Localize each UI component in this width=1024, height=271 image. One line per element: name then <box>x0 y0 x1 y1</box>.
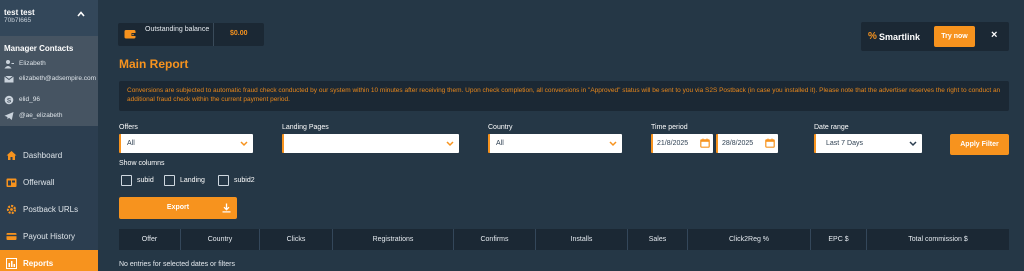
subid2-checkbox-label: subid2 <box>234 177 255 184</box>
sidebar-item-offerwall[interactable]: Offerwall <box>0 169 98 196</box>
smartlink-banner: % Smartlink Try now × <box>861 22 1009 51</box>
try-now-button[interactable]: Try now <box>934 26 975 47</box>
card-icon <box>6 233 17 240</box>
manager-contacts-title: Manager Contacts <box>4 44 74 53</box>
column-country[interactable]: Country <box>181 229 260 250</box>
column-installs[interactable]: Installs <box>536 229 628 250</box>
sidebar-item-postback-urls[interactable]: Postback URLs <box>0 196 98 223</box>
column-total-commission[interactable]: Total commission $ <box>867 229 1009 250</box>
date-range-label: Date range <box>814 124 849 131</box>
home-icon <box>6 151 17 160</box>
gear-icon <box>6 204 17 215</box>
report-table-header: Offer Country Clicks Registrations Confi… <box>119 229 1009 250</box>
wallet-icon <box>124 30 136 39</box>
offers-select[interactable]: All <box>119 134 253 153</box>
sidebar-item-payout-history[interactable]: Payout History <box>0 223 98 250</box>
time-period-label: Time period <box>651 124 688 131</box>
chevron-up-icon[interactable] <box>76 9 86 19</box>
landing-pages-select[interactable] <box>282 134 459 153</box>
telegram-icon <box>4 112 14 120</box>
user-name: test test <box>4 8 35 17</box>
balance-divider <box>213 23 214 46</box>
sidebar: test test 70b7I665 Manager Contacts Eliz… <box>0 0 98 271</box>
chevron-down-icon <box>446 141 454 147</box>
chevron-down-icon <box>609 141 617 147</box>
date-from-input[interactable]: 21/8/2025 <box>651 134 713 153</box>
outstanding-balance: Outstanding balance $0.00 <box>118 23 264 46</box>
calendar-icon[interactable] <box>700 138 710 148</box>
contact-email[interactable]: elizabeth@adsempire.com <box>4 73 98 85</box>
export-button[interactable]: Export <box>119 197 237 219</box>
skype-icon: S <box>4 95 14 105</box>
calendar-icon[interactable] <box>765 138 775 148</box>
manager-contacts: Manager Contacts Elizabeth elizabeth@ads… <box>0 36 98 126</box>
sidebar-item-dashboard[interactable]: Dashboard <box>0 142 98 169</box>
show-columns-label: Show columns <box>119 160 165 167</box>
contact-name: Elizabeth <box>4 58 98 70</box>
date-range-select[interactable]: Last 7 Days <box>814 134 922 153</box>
column-registrations[interactable]: Registrations <box>333 229 454 250</box>
envelope-icon <box>4 75 14 83</box>
user-id: 70b7I665 <box>4 17 32 24</box>
column-click2reg[interactable]: Click2Reg % <box>688 229 811 250</box>
chart-icon <box>6 258 17 269</box>
subid2-checkbox[interactable] <box>218 175 229 186</box>
close-icon[interactable]: × <box>991 29 997 41</box>
offerwall-icon <box>6 178 17 187</box>
person-icon <box>4 60 14 69</box>
svg-text:S: S <box>7 98 12 105</box>
balance-label: Outstanding balance <box>145 26 210 33</box>
date-to-input[interactable]: 28/8/2025 <box>716 134 778 153</box>
chevron-down-icon <box>240 141 248 147</box>
contact-telegram[interactable]: @ae_elizabeth <box>4 110 98 122</box>
column-offer[interactable]: Offer <box>119 229 181 250</box>
user-menu[interactable]: test test 70b7I665 <box>0 0 98 36</box>
apply-filter-button[interactable]: Apply Filter <box>950 134 1009 155</box>
page-title: Main Report <box>119 57 189 71</box>
country-select[interactable]: All <box>488 134 622 153</box>
smartlink-title: Smartlink <box>879 32 921 42</box>
column-sales[interactable]: Sales <box>628 229 688 250</box>
column-epc[interactable]: EPC $ <box>811 229 867 250</box>
offers-label: Offers <box>119 124 138 131</box>
balance-value: $0.00 <box>230 30 248 37</box>
column-confirms[interactable]: Confirms <box>454 229 536 250</box>
contact-skype[interactable]: S elid_96 <box>4 94 98 106</box>
percent-icon: % <box>868 31 877 42</box>
subid-checkbox-label: subid <box>137 177 154 184</box>
sidebar-item-reports[interactable]: Reports <box>0 250 98 271</box>
fraud-check-notice: Conversions are subjected to automatic f… <box>119 81 1009 111</box>
country-label: Country <box>488 124 513 131</box>
subid-checkbox[interactable] <box>121 175 132 186</box>
landing-checkbox-label: Landing <box>180 177 205 184</box>
empty-table-message: No entries for selected dates or filters <box>119 261 235 268</box>
landing-pages-label: Landing Pages <box>282 124 329 131</box>
column-clicks[interactable]: Clicks <box>260 229 333 250</box>
download-icon <box>222 203 231 213</box>
chevron-down-icon <box>909 141 917 147</box>
landing-checkbox[interactable] <box>164 175 175 186</box>
